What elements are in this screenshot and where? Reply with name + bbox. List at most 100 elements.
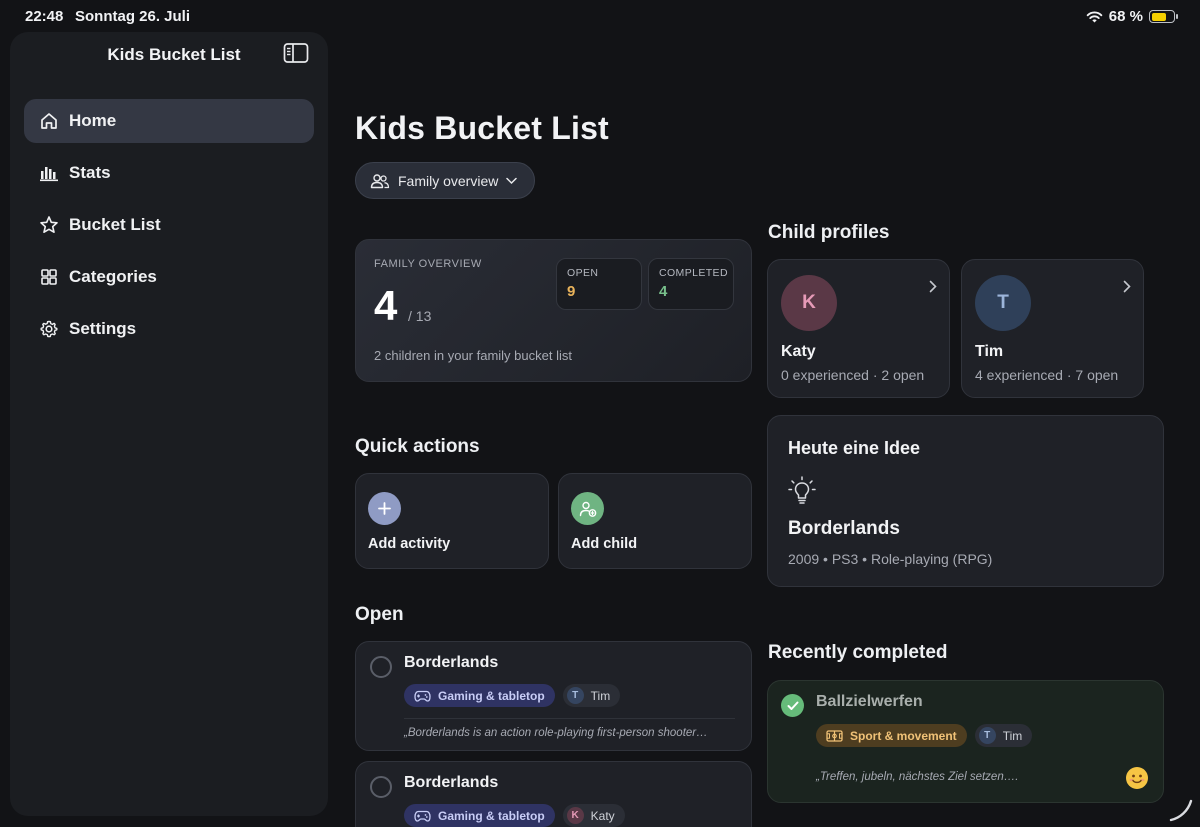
- sidebar-item-label: Categories: [69, 267, 157, 286]
- category-chip: Sport & movement: [816, 724, 967, 747]
- people-icon: [370, 173, 390, 188]
- complete-toggle[interactable]: [370, 776, 392, 798]
- lightbulb-icon: [788, 476, 816, 504]
- complete-toggle[interactable]: [370, 656, 392, 678]
- open-stat-value: 9: [567, 283, 576, 300]
- item-chips: Gaming & tabletop K Katy: [404, 804, 625, 827]
- kid-chip: T Tim: [562, 684, 621, 707]
- kid-avatar: K: [566, 807, 584, 824]
- gamepad-icon: [414, 810, 431, 822]
- add-child-label: Add child: [571, 536, 638, 552]
- overview-total: / 13: [408, 308, 432, 324]
- status-date: Sonntag 26. Juli: [75, 8, 191, 25]
- quick-actions-heading: Quick actions: [355, 436, 480, 457]
- item-description: „Borderlands is an action role-playing f…: [404, 727, 708, 739]
- child-stats: 4 experienced · 7 open: [975, 367, 1119, 383]
- page-title: Kids Bucket List: [355, 110, 609, 146]
- grid-icon: [41, 269, 57, 285]
- child-name: Katy: [781, 343, 816, 360]
- chevron-right-icon: [929, 280, 937, 293]
- status-right: 68 %: [1086, 8, 1178, 25]
- completed-stat-label: COMPLETED: [659, 267, 728, 279]
- overview-subtitle: 2 children in your family bucket list: [374, 348, 572, 363]
- battery-level: [1151, 12, 1166, 21]
- family-select-label: Family overview: [398, 172, 499, 189]
- add-activity-button[interactable]: Add activity: [355, 473, 549, 569]
- open-heading: Open: [355, 604, 404, 625]
- overview-label: FAMILY OVERVIEW: [374, 258, 482, 270]
- idea-title: Heute eine Idee: [788, 438, 921, 458]
- item-chips: Sport & movement T Tim: [816, 724, 1033, 747]
- kid-name: Tim: [590, 688, 611, 703]
- sidebar-item-label: Home: [69, 111, 117, 130]
- sidebar-item-bucket-list[interactable]: Bucket List: [24, 203, 314, 247]
- idea-meta: 2009 • PS3 • Role-playing (RPG): [788, 551, 993, 567]
- child-profile-card-tim[interactable]: T Tim 4 experienced · 7 open: [961, 259, 1144, 398]
- resize-handle-icon: [1169, 799, 1193, 822]
- sidebar-item-label: Settings: [69, 319, 137, 338]
- kid-chip: K Katy: [562, 804, 625, 827]
- sport-field-icon: [826, 729, 843, 742]
- category-label: Gaming & tabletop: [438, 688, 545, 703]
- sidebar-item-home[interactable]: Home: [24, 99, 314, 143]
- battery-percent: 68 %: [1108, 8, 1143, 25]
- overview-completed-count: 4: [374, 282, 398, 329]
- open-stat-box: OPEN 9: [556, 258, 642, 310]
- child-stats: 0 experienced · 2 open: [781, 367, 925, 383]
- sidebar-item-label: Bucket List: [69, 215, 161, 234]
- add-child-button[interactable]: Add child: [558, 473, 752, 569]
- category-chip: Gaming & tabletop: [404, 804, 555, 827]
- add-person-icon: [571, 492, 604, 525]
- wifi-icon: [1086, 11, 1103, 23]
- family-overview-card: FAMILY OVERVIEW 4 / 13 2 children in you…: [355, 239, 752, 382]
- item-description: „Treffen, jubeln, nächstes Ziel setzen….: [816, 771, 1019, 783]
- smiling-face-emoji-icon: [1126, 767, 1148, 789]
- gamepad-icon: [414, 690, 431, 702]
- status-time: 22:48: [25, 8, 64, 25]
- child-name: Tim: [975, 343, 1004, 360]
- avatar: T: [975, 275, 1031, 331]
- completed-list-item[interactable]: Ballzielwerfen Sport & movement T Tim „T…: [767, 680, 1164, 803]
- completed-stat-value: 4: [659, 283, 668, 300]
- bar-chart-icon: [40, 167, 58, 182]
- sidebar: Kids Bucket List Home Stats Bucket List: [10, 32, 328, 816]
- kid-name: Tim: [1002, 728, 1023, 743]
- battery-icon: [1149, 10, 1178, 23]
- sidebar-nav: Home Stats Bucket List Categories Settin…: [24, 99, 314, 359]
- category-label: Gaming & tabletop: [438, 808, 545, 823]
- divider: [404, 718, 735, 719]
- home-icon: [41, 113, 57, 129]
- sidebar-item-categories[interactable]: Categories: [24, 255, 314, 299]
- list-item[interactable]: Borderlands Gaming & tabletop K Katy: [355, 761, 752, 827]
- child-profiles-heading: Child profiles: [768, 222, 890, 243]
- sidebar-item-label: Stats: [69, 163, 111, 182]
- idea-name: Borderlands: [788, 518, 900, 539]
- avatar: K: [781, 275, 837, 331]
- status-bar: 22:48 Sonntag 26. Juli 68 %: [0, 0, 1200, 32]
- kid-chip: T Tim: [974, 724, 1033, 747]
- sidebar-item-stats[interactable]: Stats: [24, 151, 314, 195]
- sidebar-item-settings[interactable]: Settings: [24, 307, 314, 351]
- chevron-right-icon: [1123, 280, 1131, 293]
- list-item[interactable]: Borderlands Gaming & tabletop T Tim „Bor…: [355, 641, 752, 751]
- item-title: Ballzielwerfen: [816, 693, 923, 710]
- child-profile-card-katy[interactable]: K Katy 0 experienced · 2 open: [767, 259, 950, 398]
- plus-icon: [368, 492, 401, 525]
- completed-stat-box: COMPLETED 4: [648, 258, 734, 310]
- family-overview-select[interactable]: Family overview: [355, 162, 535, 199]
- gear-icon: [40, 320, 58, 338]
- chevron-down-icon: [506, 177, 518, 184]
- checkmark-icon[interactable]: [781, 694, 804, 717]
- category-label: Sport & movement: [850, 728, 957, 743]
- add-activity-label: Add activity: [368, 536, 451, 552]
- category-chip: Gaming & tabletop: [404, 684, 555, 707]
- item-chips: Gaming & tabletop T Tim: [404, 684, 621, 707]
- item-title: Borderlands: [404, 774, 499, 791]
- star-icon: [40, 216, 58, 233]
- item-title: Borderlands: [404, 654, 499, 671]
- kid-avatar: T: [978, 727, 996, 744]
- kid-name: Katy: [590, 808, 615, 823]
- sidebar-toggle-icon[interactable]: [283, 42, 309, 64]
- kid-avatar: T: [566, 687, 584, 704]
- daily-idea-card[interactable]: Heute eine Idee Borderlands 2009 • PS3 •…: [767, 415, 1164, 587]
